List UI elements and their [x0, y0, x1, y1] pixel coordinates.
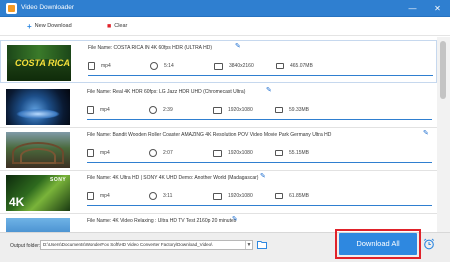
progress-bar [88, 75, 433, 76]
scroll-thumb[interactable] [440, 41, 446, 99]
edit-name-icon[interactable]: ✎ [423, 130, 429, 138]
duration-value: 2:07 [163, 150, 173, 156]
title-bar: Video Downloader — ✕ [0, 0, 450, 17]
file-format-icon [87, 192, 94, 200]
download-item[interactable]: File Name: Bandit Wooden Roller Coaster … [0, 128, 437, 171]
resolution-info: 1920x1080 [213, 149, 253, 157]
resolution-info: 1920x1080 [213, 192, 253, 200]
list-scrollbar[interactable] [437, 37, 450, 232]
size-value: 465.07MB [290, 63, 313, 69]
output-folder-path[interactable]: D:\Users\Documents\WonderFox Soft\HD Vid… [40, 240, 253, 250]
format-value: mp4 [101, 63, 111, 69]
size-value: 59.33MB [289, 107, 310, 113]
format-info: mp4 [88, 62, 111, 70]
duration-value: 2:39 [163, 107, 173, 113]
resolution-value: 3840x2160 [229, 63, 254, 69]
duration-value: 5:14 [164, 63, 174, 69]
progress-fill [87, 205, 432, 206]
size-info: 55.15MB [275, 149, 309, 157]
size-info: 61.85MB [275, 192, 309, 200]
new-download-label: New Download [34, 23, 72, 29]
file-size-icon [275, 107, 283, 113]
thumbnail-caption: COSTA RICA [15, 58, 70, 68]
size-value: 61.85MB [289, 193, 310, 199]
duration-info: 2:07 [149, 149, 173, 157]
trash-icon: ■ [107, 23, 112, 30]
resolution-icon [214, 62, 223, 70]
file-name: File Name: COSTA RICA IN 4K 60fps HDR (U… [88, 45, 213, 51]
resolution-info: 3840x2160 [214, 62, 254, 70]
output-folder-label: Output folder: [10, 243, 41, 249]
file-size-icon [275, 150, 283, 156]
minimize-button[interactable]: — [406, 2, 419, 15]
edit-name-icon[interactable]: ✎ [266, 87, 272, 95]
format-value: mp4 [100, 107, 110, 113]
file-format-icon [87, 106, 94, 114]
edit-name-icon[interactable]: ✎ [260, 173, 266, 181]
format-value: mp4 [100, 193, 110, 199]
video-thumbnail [6, 218, 70, 232]
new-download-button[interactable]: + New Download [27, 22, 72, 31]
size-value: 55.15MB [289, 150, 310, 156]
resolution-value: 1920x1080 [228, 107, 253, 113]
download-item[interactable]: COSTA RICA File Name: COSTA RICA IN 4K 6… [0, 40, 437, 83]
clear-button[interactable]: ■ Clear [107, 22, 127, 31]
file-size-icon [276, 63, 284, 69]
duration-info: 5:14 [150, 62, 174, 70]
size-info: 465.07MB [276, 62, 313, 70]
download-all-button[interactable]: Download All [339, 233, 417, 255]
format-info: mp4 [87, 149, 110, 157]
format-value: mp4 [100, 150, 110, 156]
clear-label: Clear [114, 23, 128, 29]
close-button[interactable]: ✕ [431, 2, 444, 15]
clock-icon [150, 62, 158, 70]
download-item[interactable]: SONY 4K File Name: 4K Ultra HD | SONY 4K… [0, 171, 437, 214]
size-info: 59.33MB [275, 106, 309, 114]
clock-icon [149, 192, 157, 200]
edit-name-icon[interactable]: ✎ [235, 43, 241, 51]
format-info: mp4 [87, 106, 110, 114]
resolution-icon [213, 106, 222, 114]
alarm-clock-icon[interactable] [423, 238, 435, 250]
file-format-icon [87, 149, 94, 157]
video-thumbnail: COSTA RICA [7, 45, 71, 81]
progress-bar [87, 162, 432, 163]
plus-icon: + [27, 22, 32, 31]
file-name: File Name: 4K Ultra HD | SONY 4K UHD Dem… [87, 175, 259, 181]
clock-icon [149, 106, 157, 114]
progress-fill [88, 75, 433, 76]
video-thumbnail [6, 132, 70, 168]
progress-fill [87, 119, 432, 120]
window-title: Video Downloader [21, 4, 74, 11]
duration-value: 3:11 [163, 193, 173, 199]
chevron-down-icon[interactable]: ▼ [245, 241, 252, 249]
duration-info: 3:11 [149, 192, 172, 200]
app-logo-icon [6, 3, 17, 14]
file-size-icon [275, 193, 283, 199]
resolution-value: 1920x1080 [228, 193, 253, 199]
toolbar: + New Download ■ Clear [0, 17, 450, 36]
edit-name-icon[interactable]: ✎ [232, 216, 238, 224]
resolution-icon [213, 149, 222, 157]
thumbnail-caption: 4K [9, 195, 25, 209]
file-name: File Name: Real 4K HDR 60fps: LG Jazz HD… [87, 89, 246, 95]
progress-bar [87, 205, 432, 206]
open-folder-icon[interactable] [257, 240, 267, 249]
file-name: File Name: 4K Video Relaxing : Ultra HD … [87, 218, 237, 224]
resolution-value: 1920x1080 [228, 150, 253, 156]
progress-fill [87, 162, 432, 163]
thumbnail-brand: SONY [50, 177, 67, 183]
resolution-icon [213, 192, 222, 200]
download-list: COSTA RICA File Name: COSTA RICA IN 4K 6… [0, 37, 437, 232]
resolution-info: 1920x1080 [213, 106, 253, 114]
format-info: mp4 [87, 192, 110, 200]
video-thumbnail [6, 89, 70, 125]
duration-info: 2:39 [149, 106, 173, 114]
clock-icon [149, 149, 157, 157]
progress-bar [87, 119, 432, 120]
file-name: File Name: Bandit Wooden Roller Coaster … [87, 132, 332, 138]
download-item[interactable]: File Name: Real 4K HDR 60fps: LG Jazz HD… [0, 85, 437, 128]
file-format-icon [88, 62, 95, 70]
video-thumbnail: SONY 4K [6, 175, 70, 211]
